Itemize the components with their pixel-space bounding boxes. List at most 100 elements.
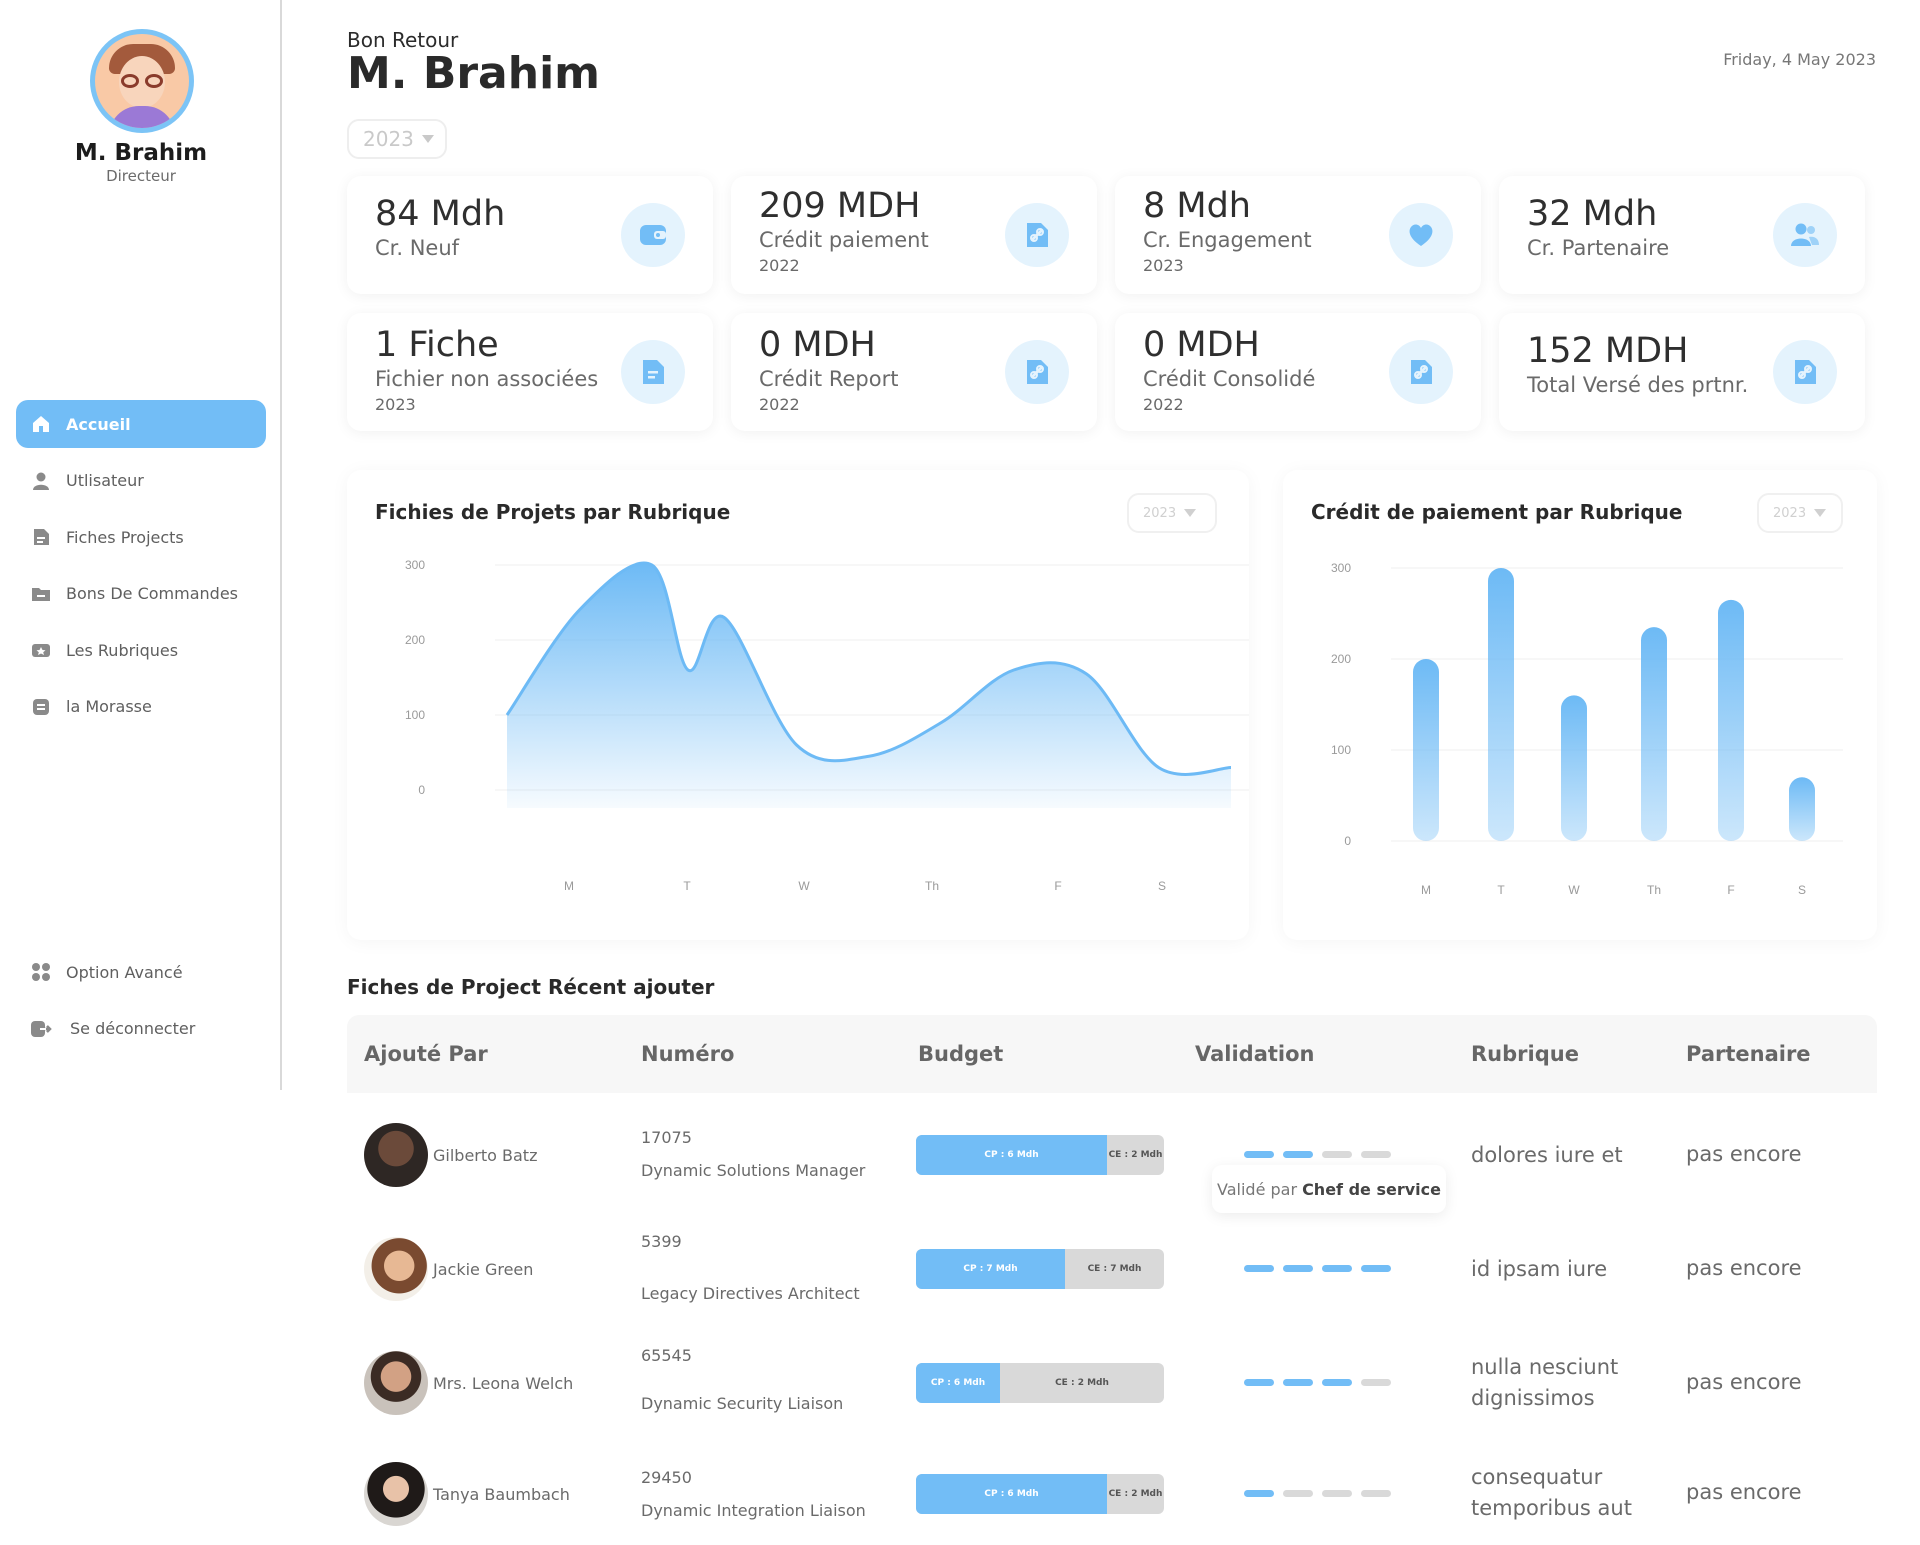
bar-chart-card: Crédit de paiement par Rubrique 2023 0 10…: [1283, 470, 1877, 940]
user-role: Directeur: [106, 167, 176, 185]
year-select[interactable]: 2023: [347, 119, 447, 159]
sidebar: M. Brahim Directeur Accueil Utlisateur F…: [0, 0, 282, 1090]
link-document-icon: [1389, 340, 1453, 404]
project-number: 5399: [641, 1232, 682, 1251]
home-icon: [30, 413, 52, 435]
budget-ce: CE : 2 Mdh: [1108, 1150, 1163, 1160]
page-title: M. Brahim: [347, 48, 600, 99]
validation-step: [1283, 1490, 1313, 1497]
validation-step: [1283, 1379, 1313, 1386]
validation-step: [1244, 1265, 1274, 1272]
sidebar-item-label: la Morasse: [66, 697, 152, 716]
table-row[interactable]: Jackie Green 5399 Legacy Directives Arch…: [347, 1214, 1877, 1328]
validation-step: [1244, 1379, 1274, 1386]
budget-ce: CE : 7 Mdh: [1087, 1264, 1142, 1274]
sidebar-item-la-morasse[interactable]: la Morasse: [16, 683, 266, 731]
stat-value: 1 Fiche: [375, 325, 499, 365]
x-tick-label: Th: [925, 879, 939, 893]
sidebar-item-les-rubriques[interactable]: Les Rubriques: [16, 626, 266, 674]
stat-value: 152 MDH: [1527, 331, 1689, 371]
column-header-partenaire[interactable]: Partenaire: [1686, 1042, 1811, 1066]
budget-ce: CE : 2 Mdh: [1108, 1489, 1163, 1499]
budget-cp: CP : 6 Mdh: [916, 1474, 1107, 1514]
stat-card-credit-report[interactable]: 0 MDH Crédit Report 2022: [731, 313, 1097, 431]
area-chart: 0 100 200 300 M T W Th F S: [405, 558, 1249, 893]
validation-steps[interactable]: [1244, 1151, 1391, 1158]
y-tick-label: 200: [1331, 652, 1351, 666]
table-row[interactable]: Gilberto Batz 17075 Dynamic Solutions Ma…: [347, 1100, 1877, 1214]
rubrique: dolores iure et: [1471, 1143, 1623, 1167]
stat-card-total-verse[interactable]: 152 MDH Total Versé des prtnr.: [1499, 313, 1865, 431]
stat-card-credit-paiement[interactable]: 209 MDH Crédit paiement 2022: [731, 176, 1097, 294]
link-document-icon: [1005, 340, 1069, 404]
project-role: Dynamic Solutions Manager: [641, 1161, 866, 1180]
sidebar-item-fiches-projects[interactable]: Fiches Projects: [16, 513, 266, 561]
bar[interactable]: [1561, 695, 1587, 841]
sidebar-nav: Accueil Utlisateur Fiches Projects Bons …: [16, 400, 266, 739]
bar[interactable]: [1413, 659, 1439, 841]
table-header: Ajouté Par Numéro Budget Validation Rubr…: [347, 1015, 1877, 1093]
stat-card-fichier-non-associees[interactable]: 1 Fiche Fichier non associées 2023: [347, 313, 713, 431]
x-tick-label: M: [564, 879, 574, 893]
project-role: Dynamic Integration Liaison: [641, 1501, 866, 1520]
stat-value: 32 Mdh: [1527, 194, 1658, 234]
table-row[interactable]: Tanya Baumbach 29450 Dynamic Integration…: [347, 1442, 1877, 1545]
folder-icon: [30, 583, 52, 605]
validation-step: [1283, 1265, 1313, 1272]
sidebar-item-label: Option Avancé: [66, 962, 183, 982]
column-header-budget[interactable]: Budget: [918, 1042, 1003, 1066]
sidebar-item-label: Accueil: [66, 414, 131, 434]
bar[interactable]: [1641, 627, 1667, 841]
validation-steps[interactable]: [1244, 1265, 1391, 1272]
added-by-name: Gilberto Batz: [433, 1146, 538, 1165]
column-header-validation[interactable]: Validation: [1195, 1042, 1315, 1066]
table-row[interactable]: Mrs. Leona Welch 65545 Dynamic Security …: [347, 1328, 1877, 1442]
stat-label: Cr. Neuf: [375, 236, 460, 260]
budget-ce: CE : 2 Mdh: [1055, 1378, 1109, 1388]
partner: pas encore: [1686, 1480, 1802, 1504]
bar[interactable]: [1488, 568, 1514, 841]
validation-steps[interactable]: [1244, 1379, 1391, 1386]
validation-step: [1361, 1151, 1391, 1158]
column-header-ajoute-par[interactable]: Ajouté Par: [364, 1042, 488, 1066]
validation-tooltip: Validé par Chef de service: [1212, 1165, 1446, 1213]
validation-step: [1244, 1151, 1274, 1158]
bar[interactable]: [1718, 599, 1744, 841]
added-by-name: Mrs. Leona Welch: [433, 1374, 574, 1393]
file-icon: [621, 340, 685, 404]
stat-card-cr-partenaire[interactable]: 32 Mdh Cr. Partenaire: [1499, 176, 1865, 294]
validation-step: [1322, 1379, 1352, 1386]
x-tick-label: F: [1727, 883, 1734, 897]
validation-step: [1244, 1490, 1274, 1497]
x-tick-label: W: [798, 879, 810, 893]
y-tick-label: 0: [1344, 834, 1351, 848]
validation-step: [1322, 1265, 1352, 1272]
stat-card-credit-consolide[interactable]: 0 MDH Crédit Consolidé 2022: [1115, 313, 1481, 431]
column-header-numero[interactable]: Numéro: [641, 1042, 734, 1066]
stat-card-cr-engagement[interactable]: 8 Mdh Cr. Engagement 2023: [1115, 176, 1481, 294]
rubrique: id ipsam iure: [1471, 1257, 1608, 1281]
budget-bar: CP : 6 Mdh CE : 2 Mdh: [916, 1474, 1164, 1514]
sidebar-item-se-deconnecter[interactable]: Se déconnecter: [16, 1005, 266, 1053]
sidebar-item-option-avance[interactable]: Option Avancé: [16, 948, 266, 996]
budget-bar: CP : 6 Mdh CE : 2 Mdh: [916, 1135, 1164, 1175]
document-icon: [30, 526, 52, 548]
stat-label: Crédit Report: [759, 367, 899, 391]
stat-label: Crédit paiement: [759, 228, 929, 252]
x-tick-label: F: [1054, 879, 1061, 893]
validation-step: [1322, 1151, 1352, 1158]
sidebar-item-bons-de-commandes[interactable]: Bons De Commandes: [16, 570, 266, 618]
avatar: [364, 1462, 428, 1526]
stat-value: 209 MDH: [759, 186, 921, 226]
sidebar-item-utlisateur[interactable]: Utlisateur: [16, 457, 266, 505]
bar[interactable]: [1789, 777, 1815, 841]
y-tick-label: 100: [405, 708, 425, 722]
column-header-rubrique[interactable]: Rubrique: [1471, 1042, 1579, 1066]
stat-card-cr-neuf[interactable]: 84 Mdh Cr. Neuf: [347, 176, 713, 294]
sidebar-item-label: Bons De Commandes: [66, 584, 238, 603]
avatar[interactable]: [90, 29, 194, 133]
user-name: M. Brahim: [74, 140, 208, 166]
sidebar-item-accueil[interactable]: Accueil: [16, 400, 266, 448]
validation-steps[interactable]: [1244, 1490, 1391, 1497]
logout-icon: [30, 1018, 52, 1040]
